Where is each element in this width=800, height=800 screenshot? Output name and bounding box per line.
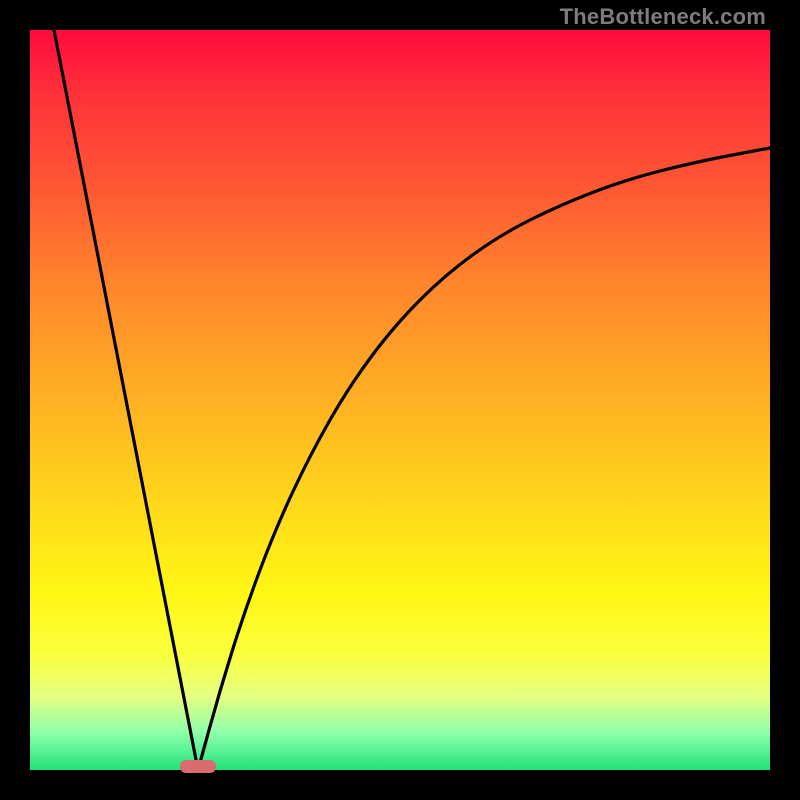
plot-area (30, 30, 770, 770)
optimal-marker (180, 760, 216, 773)
chart-frame: TheBottleneck.com (0, 0, 800, 800)
watermark-text: TheBottleneck.com (560, 4, 766, 30)
